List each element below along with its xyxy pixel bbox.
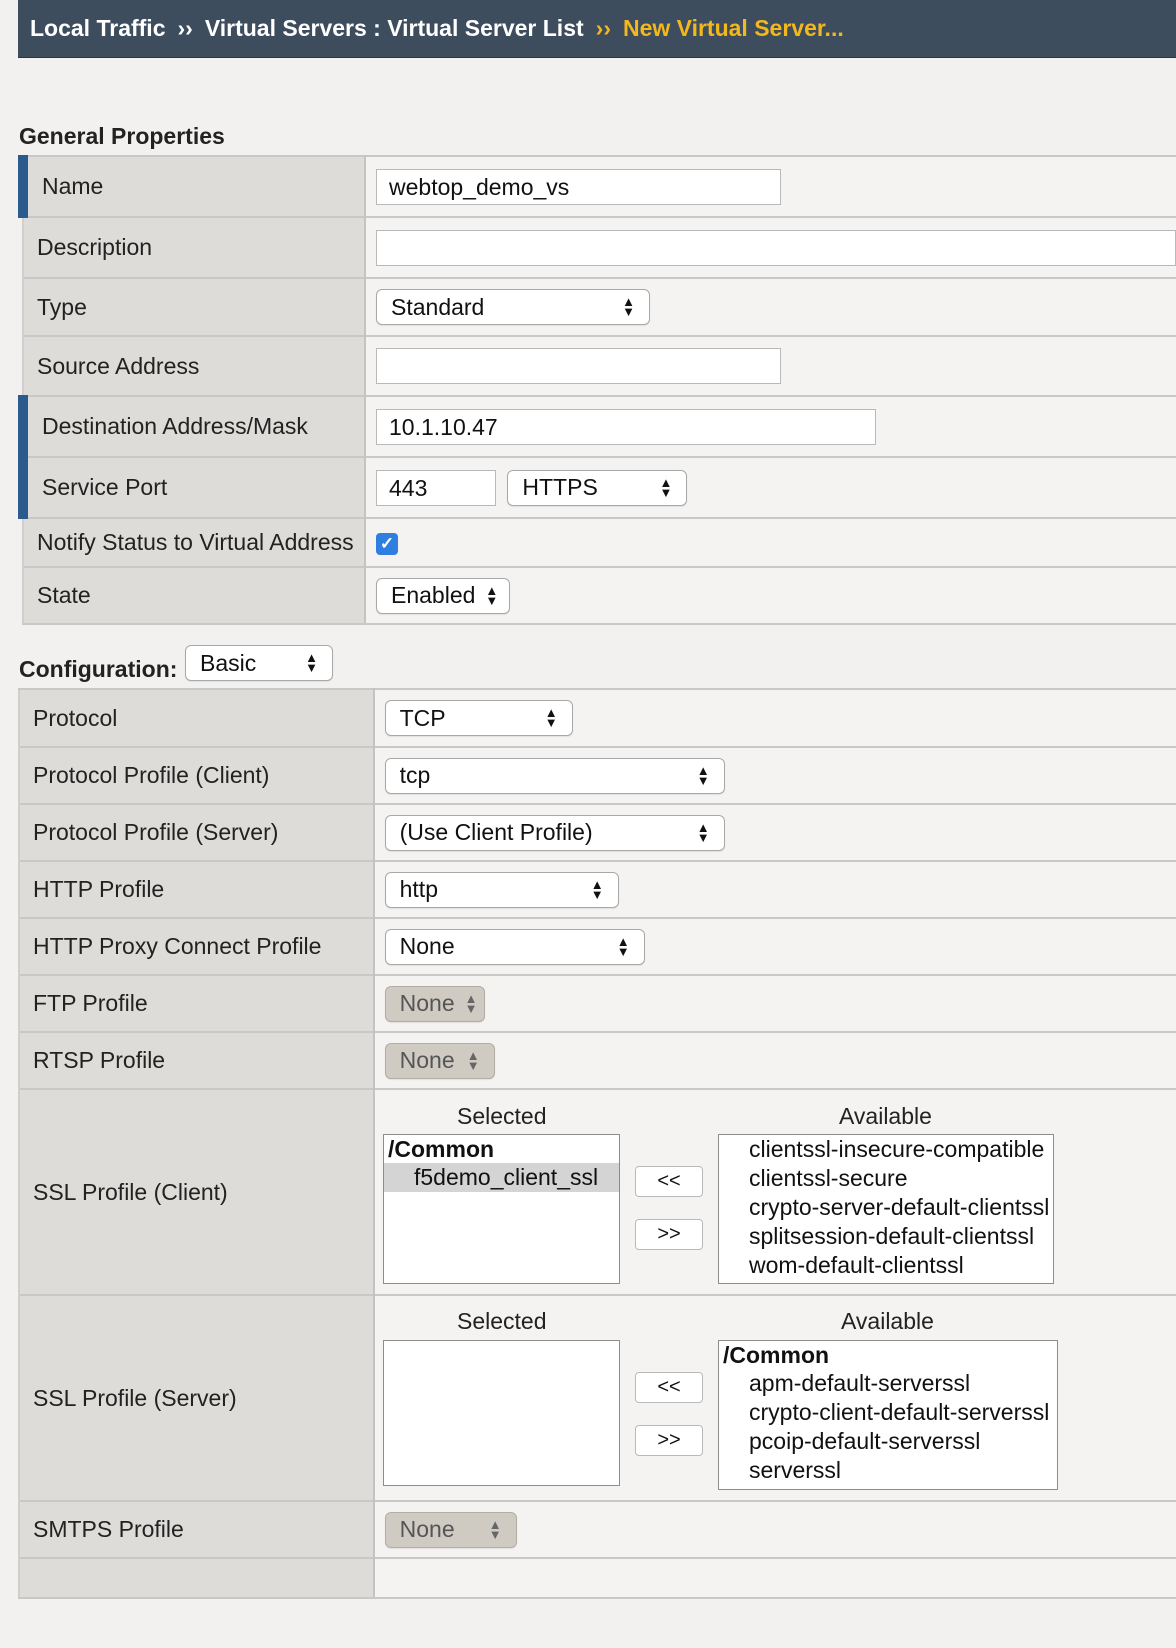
- list-item[interactable]: crypto-server-default-clientssl: [719, 1193, 1053, 1222]
- select-arrows-icon: ▲ ▼: [696, 819, 710, 845]
- type-label: Type: [22, 277, 366, 336]
- next-row-value: [373, 1557, 1176, 1599]
- breadcrumb-current: New Virtual Server...: [622, 15, 844, 41]
- ssl-profile-server-label: SSL Profile (Server): [18, 1294, 375, 1501]
- breadcrumb-local-traffic[interactable]: Local Traffic: [30, 15, 165, 42]
- http-proxy-connect-select[interactable]: None ▲ ▼: [384, 928, 645, 965]
- ssl-server-available-list[interactable]: /Common apm-default-serverssl crypto-cli…: [718, 1340, 1058, 1490]
- configuration-title: Configuration:: [19, 656, 178, 682]
- ssl-client-selected-list[interactable]: /Common f5demo_client_ssl: [383, 1134, 620, 1284]
- ssl-server-selected-list[interactable]: [383, 1340, 620, 1486]
- http-proxy-connect-label: HTTP Proxy Connect Profile: [18, 917, 375, 975]
- ssl-client-available-heading: Available: [839, 1103, 932, 1129]
- configuration-mode-value: Basic: [200, 649, 257, 676]
- list-item[interactable]: crypto-client-default-serverssl: [719, 1398, 1057, 1427]
- ssl-server-move-right-button[interactable]: >>: [635, 1425, 703, 1456]
- ftp-profile-label: FTP Profile: [18, 974, 375, 1032]
- smtps-profile-label: SMTPS Profile: [18, 1500, 375, 1558]
- protocol-profile-server-select[interactable]: (Use Client Profile) ▲ ▼: [384, 814, 725, 851]
- general-properties-title: General Properties: [19, 123, 225, 149]
- destination-address-label: Destination Address/Mask: [18, 395, 366, 457]
- breadcrumb-separator: ››: [177, 15, 193, 41]
- rtsp-profile-value: None: [399, 1047, 455, 1073]
- next-row-label: [18, 1557, 375, 1599]
- protocol-profile-server-label: Protocol Profile (Server): [18, 803, 375, 861]
- description-label: Description: [22, 216, 366, 278]
- list-item[interactable]: splitsession-default-clientssl: [719, 1222, 1053, 1251]
- notify-status-checkbox[interactable]: ✓: [376, 532, 398, 555]
- state-select-value: Enabled: [391, 582, 476, 608]
- list-item[interactable]: wom-default-clientssl: [719, 1251, 1053, 1280]
- state-select[interactable]: Enabled ▲ ▼: [376, 577, 510, 614]
- service-port-label: Service Port: [18, 456, 366, 518]
- description-field[interactable]: [376, 229, 1176, 266]
- select-arrows-icon: ▲ ▼: [488, 1516, 502, 1542]
- state-label: State: [22, 566, 366, 625]
- breadcrumb-separator: ››: [595, 15, 611, 41]
- protocol-select-value: TCP: [399, 704, 446, 731]
- list-group-header: /Common: [723, 1342, 830, 1368]
- protocol-profile-server-value: (Use Client Profile): [399, 819, 593, 845]
- select-arrows-icon: ▲ ▼: [659, 474, 673, 500]
- ssl-server-move-left-button[interactable]: <<: [635, 1372, 703, 1403]
- rtsp-profile-label: RTSP Profile: [18, 1031, 375, 1089]
- ftp-profile-select: None ▲ ▼: [384, 985, 485, 1022]
- list-item[interactable]: clientssl-insecure-compatible: [719, 1135, 1053, 1164]
- breadcrumb-virtual-server-list[interactable]: Virtual Servers : Virtual Server List: [205, 15, 584, 42]
- ssl-client-available-list[interactable]: clientssl-insecure-compatible clientssl-…: [718, 1134, 1054, 1284]
- service-port-field[interactable]: 443: [376, 469, 496, 506]
- list-item[interactable]: apm-default-serverssl: [719, 1369, 1057, 1398]
- notify-status-label: Notify Status to Virtual Address: [22, 517, 366, 567]
- type-select-value: Standard: [391, 293, 485, 320]
- service-port-select[interactable]: HTTPS ▲ ▼: [507, 469, 688, 506]
- type-select[interactable]: Standard ▲ ▼: [376, 289, 650, 325]
- ssl-client-move-right-button[interactable]: >>: [635, 1219, 703, 1250]
- select-arrows-icon: ▲ ▼: [696, 762, 710, 788]
- select-arrows-icon: ▲ ▼: [616, 933, 630, 959]
- select-arrows-icon: ▲ ▼: [466, 1047, 480, 1073]
- select-arrows-icon: ▲ ▼: [464, 990, 478, 1016]
- protocol-select[interactable]: TCP ▲ ▼: [384, 700, 573, 736]
- source-address-label: Source Address: [22, 335, 366, 396]
- ssl-profile-client-label: SSL Profile (Client): [18, 1088, 375, 1295]
- name-field[interactable]: webtop_demo_vs: [376, 168, 781, 205]
- list-group-header: /Common: [388, 1136, 495, 1162]
- ssl-server-selected-heading: Selected: [457, 1308, 547, 1334]
- list-item[interactable]: pcoip-default-serverssl: [719, 1427, 1057, 1456]
- select-arrows-icon: ▲ ▼: [590, 876, 604, 902]
- smtps-profile-value: None: [399, 1516, 455, 1542]
- general-properties-table: Name webtop_demo_vs Description Type Sta…: [18, 155, 1176, 625]
- http-profile-value: http: [399, 876, 438, 902]
- http-profile-select[interactable]: http ▲ ▼: [384, 871, 619, 908]
- http-profile-label: HTTP Profile: [18, 860, 375, 918]
- select-arrows-icon: ▲ ▼: [622, 294, 635, 319]
- http-proxy-connect-value: None: [399, 933, 455, 959]
- ssl-client-move-left-button[interactable]: <<: [635, 1166, 703, 1197]
- protocol-profile-client-label: Protocol Profile (Client): [18, 746, 375, 804]
- list-item[interactable]: clientssl-secure: [719, 1164, 1053, 1193]
- list-item[interactable]: f5demo_client_ssl: [384, 1163, 619, 1192]
- service-port-select-value: HTTPS: [522, 474, 598, 500]
- select-arrows-icon: ▲ ▼: [485, 582, 499, 608]
- select-arrows-icon: ▲ ▼: [544, 705, 558, 730]
- list-item[interactable]: serverssl: [719, 1456, 1057, 1485]
- select-arrows-icon: ▲ ▼: [305, 650, 318, 675]
- smtps-profile-select: None ▲ ▼: [384, 1511, 517, 1548]
- destination-address-field[interactable]: 10.1.10.47: [376, 408, 876, 445]
- protocol-label: Protocol: [18, 688, 375, 747]
- protocol-profile-client-value: tcp: [399, 762, 431, 788]
- ftp-profile-value: None: [399, 990, 455, 1016]
- rtsp-profile-select: None ▲ ▼: [384, 1042, 495, 1079]
- breadcrumb: Local Traffic ›› Virtual Servers : Virtu…: [18, 0, 1176, 58]
- protocol-profile-client-select[interactable]: tcp ▲ ▼: [384, 757, 725, 794]
- ssl-client-selected-heading: Selected: [457, 1103, 547, 1129]
- source-address-field[interactable]: [376, 348, 781, 384]
- name-label: Name: [18, 155, 366, 217]
- ssl-server-available-heading: Available: [841, 1308, 934, 1334]
- configuration-mode-select[interactable]: Basic ▲ ▼: [185, 645, 333, 681]
